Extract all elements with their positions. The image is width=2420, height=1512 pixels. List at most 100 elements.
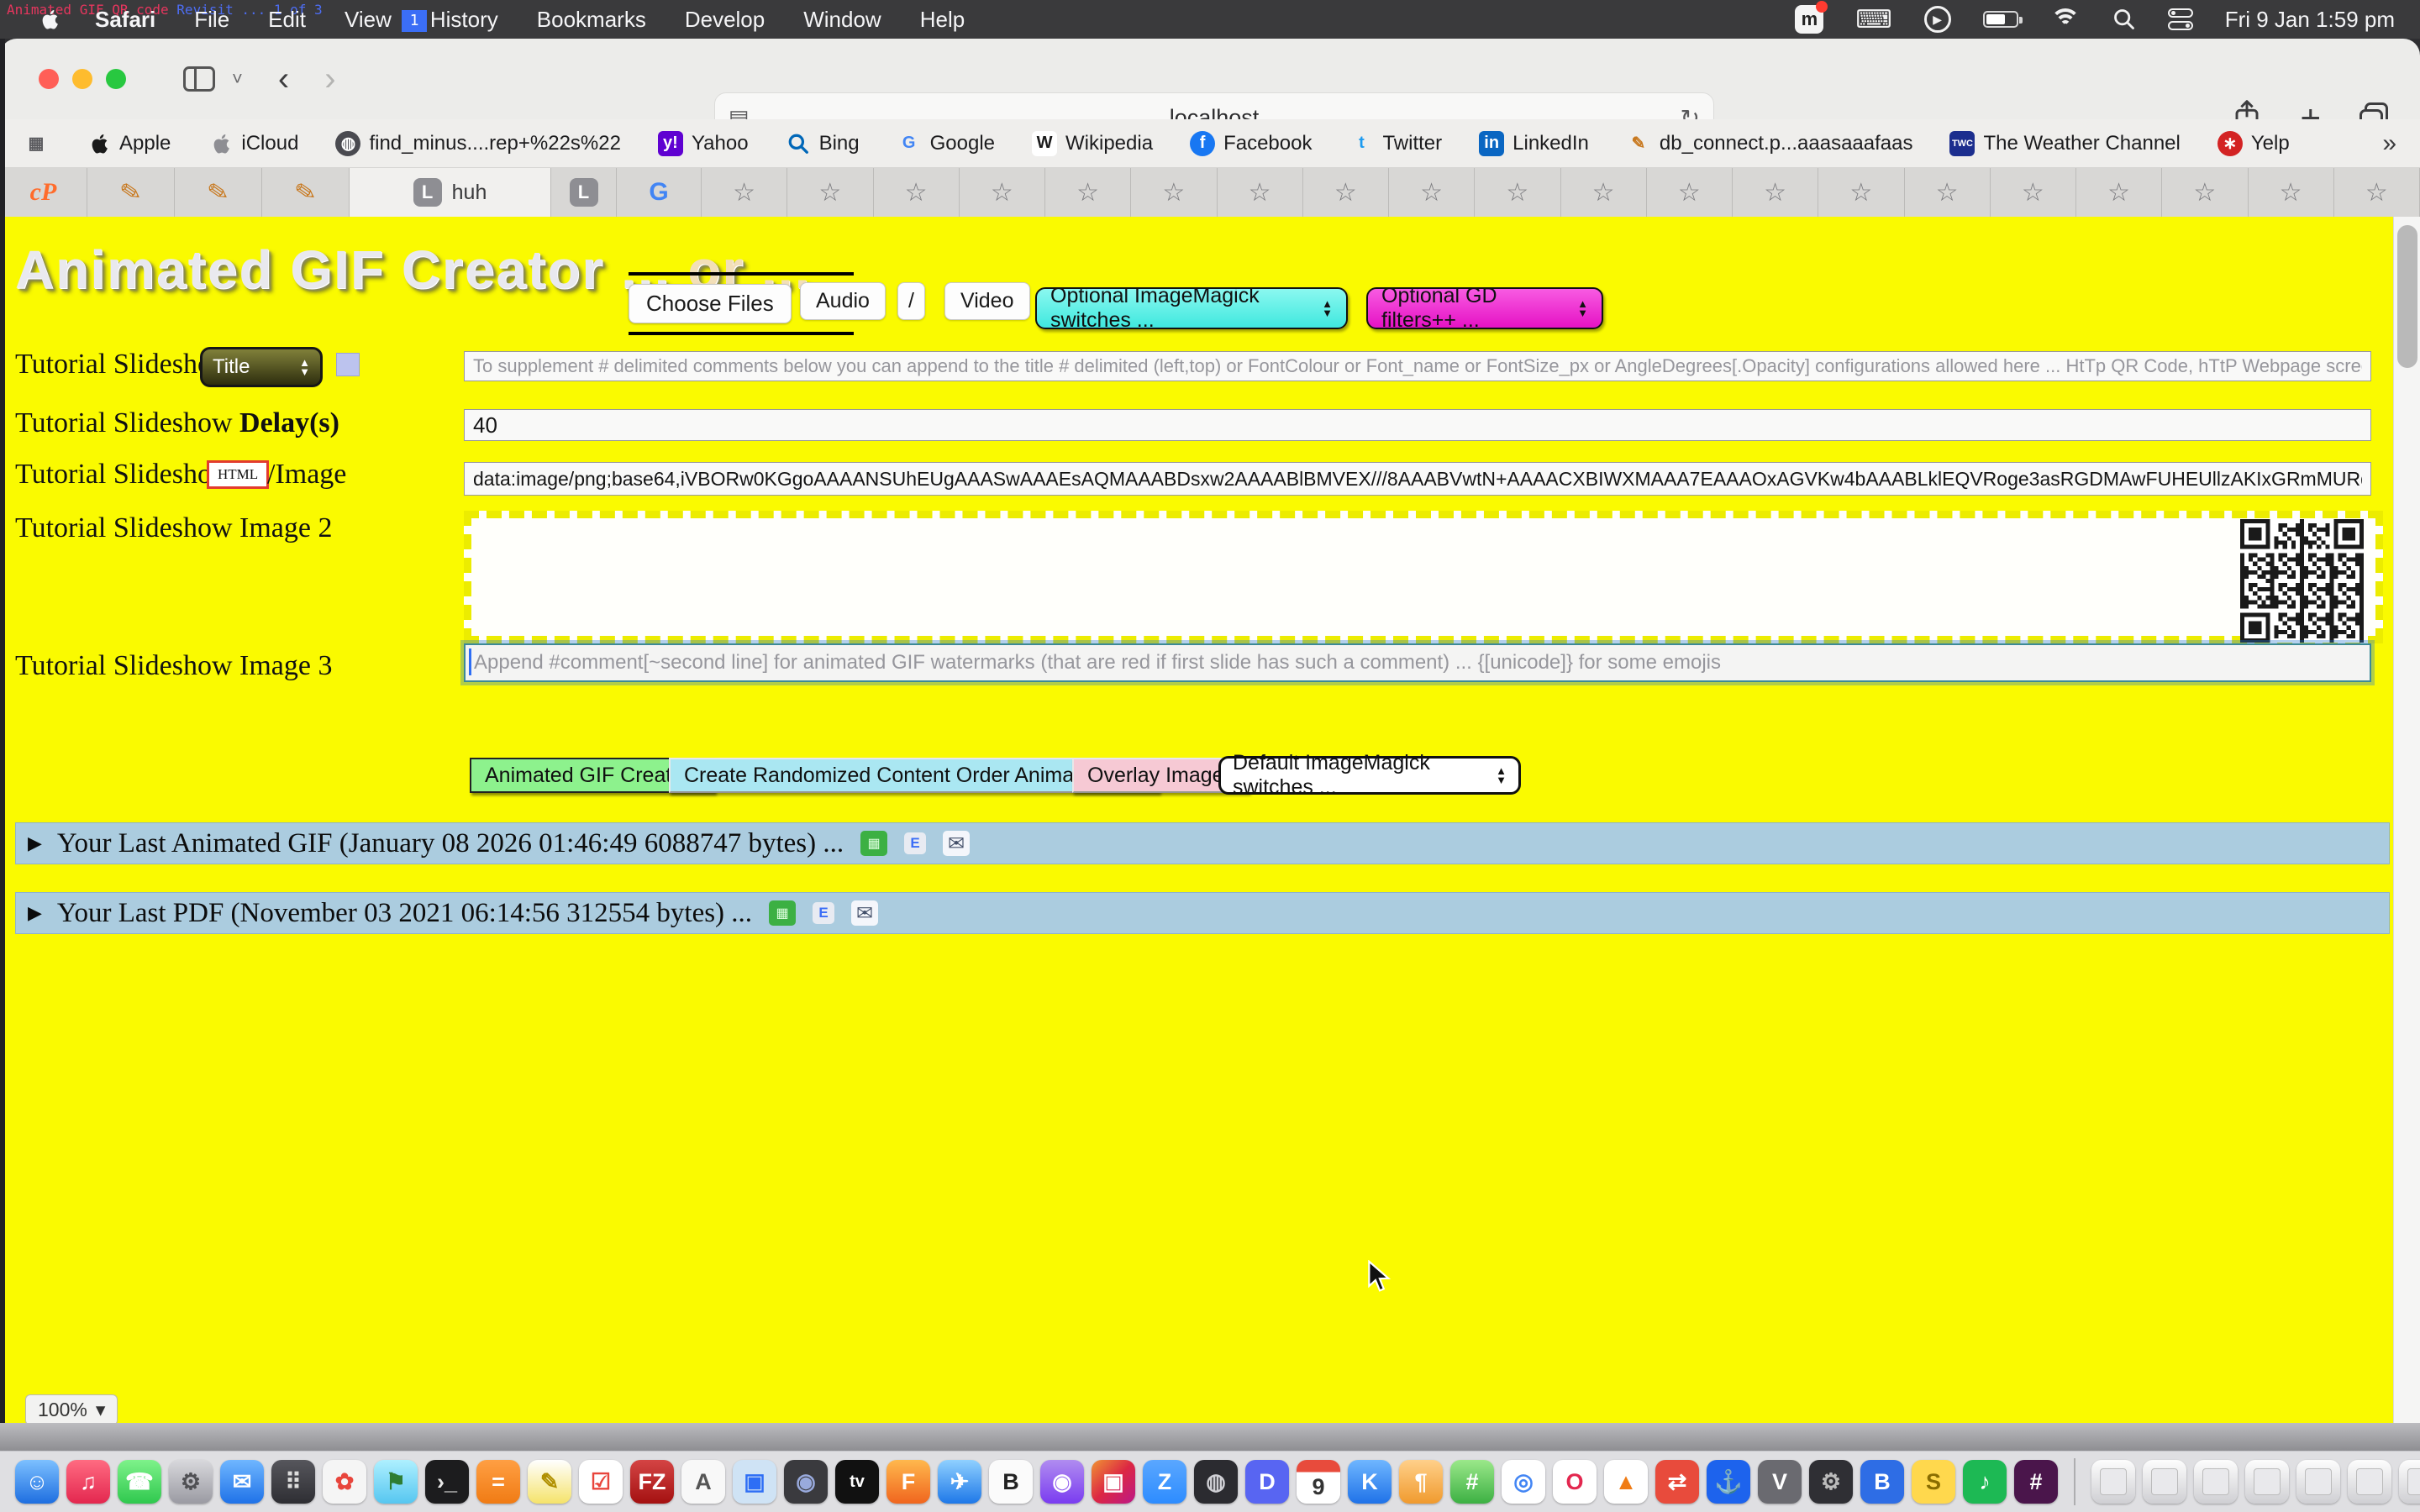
tab-editor[interactable]: ✎ [262, 168, 350, 217]
wifi-icon[interactable] [2050, 8, 2081, 30]
tab-empty-favorite[interactable]: ☆ [1218, 168, 1303, 217]
dock-icon-spotify[interactable]: ♪ [1963, 1460, 2007, 1504]
dock-icon-gear-app[interactable]: ⚙ [1809, 1460, 1853, 1504]
dock-icon-opera[interactable]: O [1553, 1460, 1597, 1504]
zoom-window-button[interactable] [106, 69, 126, 89]
delay-input[interactable] [464, 409, 2371, 441]
dock-icon-finder[interactable]: ☺ [15, 1460, 59, 1504]
bookmark-item-twitter[interactable]: tTwitter [1349, 131, 1442, 156]
dock-icon-music[interactable]: ♫ [66, 1460, 110, 1504]
dock-icon-docker[interactable]: ⚓ [1707, 1460, 1750, 1504]
dock-icon-anydesk[interactable]: ⇄ [1655, 1460, 1699, 1504]
image2-dropzone[interactable] [464, 511, 2383, 643]
dock-icon-notes[interactable]: ✎ [528, 1460, 571, 1504]
bookmarks-overflow-chevron[interactable]: » [2382, 129, 2396, 158]
choose-files-button[interactable]: Choose Files [629, 284, 792, 323]
dock-icon-mail[interactable]: ✉ [220, 1460, 264, 1504]
page-zoom-indicator[interactable]: 100%▾ [25, 1394, 118, 1423]
bookmark-item-yahoo[interactable]: y!Yahoo [658, 131, 749, 156]
dock-icon-numbers[interactable]: # [1450, 1460, 1494, 1504]
image-data-url-input[interactable] [464, 462, 2371, 496]
apple-menu[interactable] [22, 8, 76, 31]
back-button[interactable]: ‹ [278, 66, 289, 92]
dock-icon-b-app[interactable]: B [989, 1460, 1033, 1504]
title-select[interactable]: Title▲▼ [200, 347, 323, 387]
last-pdf-bar[interactable]: ▶ Your Last PDF (November 03 2021 06:14:… [15, 892, 2390, 934]
dock-icon-textedit[interactable]: A [681, 1460, 725, 1504]
bookmark-item[interactable]: ▦ [24, 131, 49, 156]
dock-icon-chrome[interactable]: ◎ [1502, 1460, 1545, 1504]
keyboard-icon[interactable]: ⌨ [1855, 5, 1891, 34]
bookmark-item-apple[interactable]: Apple [86, 131, 171, 156]
dock-icon-tv[interactable]: tv [835, 1460, 879, 1504]
spotlight-search-icon[interactable] [2112, 8, 2136, 31]
menu-item-history[interactable]: History [411, 0, 518, 39]
dock-icon-preview[interactable]: ▣ [733, 1460, 776, 1504]
image3-comment-input[interactable] [464, 643, 2371, 682]
dock-minimized-window[interactable] [2348, 1460, 2391, 1504]
menu-item-view[interactable]: View [325, 0, 411, 39]
battery-icon[interactable] [1983, 11, 2018, 28]
dock-icon-terminal[interactable]: ›_ [425, 1460, 469, 1504]
tab-empty-favorite[interactable]: ☆ [2334, 168, 2420, 217]
gd-filters-select[interactable]: Optional GD filters++ ...▲▼ [1366, 287, 1603, 329]
tab-empty-favorite[interactable]: ☆ [874, 168, 960, 217]
tab-empty-favorite[interactable]: ☆ [1303, 168, 1389, 217]
dock-icon-launchpad[interactable]: ⠿ [271, 1460, 315, 1504]
bookmark-item-the-weather-channel[interactable]: TWCThe Weather Channel [1949, 131, 2180, 156]
disclosure-triangle-icon[interactable]: ▶ [28, 902, 42, 924]
video-button[interactable]: Video [944, 282, 1030, 320]
dock-icon-sketch[interactable]: S [1912, 1460, 1955, 1504]
tab-google[interactable]: G [617, 168, 702, 217]
tab-empty-favorite[interactable]: ☆ [787, 168, 873, 217]
dock-icon-calendar[interactable]: 9 [1297, 1460, 1340, 1504]
menu-item-develop[interactable]: Develop [666, 0, 784, 39]
imagemagick-switches-select[interactable]: Optional ImageMagick switches ...▲▼ [1035, 287, 1348, 329]
menu-item-edit[interactable]: Edit [249, 0, 325, 39]
title-checkbox[interactable] [336, 353, 360, 376]
dock-icon-instagram[interactable]: ▣ [1092, 1460, 1135, 1504]
disclosure-triangle-icon[interactable]: ▶ [28, 832, 42, 854]
tab-empty-favorite[interactable]: ☆ [1991, 168, 2076, 217]
minimize-window-button[interactable] [72, 69, 92, 89]
dock-icon-facetime[interactable]: ☎ [118, 1460, 161, 1504]
tab-empty-favorite[interactable]: ☆ [2076, 168, 2162, 217]
menu-item-bookmarks[interactable]: Bookmarks [518, 0, 666, 39]
tab-l-site[interactable]: L [551, 168, 617, 217]
dock-icon-discord[interactable]: D [1245, 1460, 1289, 1504]
bookmark-item-google[interactable]: GGoogle [897, 131, 995, 156]
play-status-icon[interactable]: ▶ [1924, 6, 1951, 33]
bookmark-item-db-connect-p-aaasaaa[interactable]: ✎db_connect.p...aaasaaafaas [1626, 131, 1913, 156]
tab-cpanel[interactable]: cP [0, 168, 87, 217]
bookmark-item-linkedin[interactable]: inLinkedIn [1479, 131, 1589, 156]
slash-button[interactable]: / [897, 282, 925, 320]
dock-minimized-window[interactable] [2194, 1460, 2238, 1504]
bookmark-item-wikipedia[interactable]: WWikipedia [1032, 131, 1153, 156]
tab-empty-favorite[interactable]: ☆ [702, 168, 787, 217]
forward-button[interactable]: › [324, 66, 335, 92]
dock-icon-calculator[interactable]: = [476, 1460, 520, 1504]
dock-icon-pages[interactable]: ¶ [1399, 1460, 1443, 1504]
tab-editor[interactable]: ✎ [87, 168, 175, 217]
audio-button[interactable]: Audio [800, 282, 886, 320]
tab-empty-favorite[interactable]: ☆ [1905, 168, 1991, 217]
phone-icon[interactable]: ▦ [860, 831, 887, 856]
dock-minimized-window[interactable] [2296, 1460, 2340, 1504]
menu-item-safari[interactable]: Safari [76, 0, 175, 39]
dock-icon-zoom[interactable]: Z [1143, 1460, 1186, 1504]
dock-icon-photo-booth[interactable]: ◉ [784, 1460, 828, 1504]
dock-icon-photos[interactable]: ✿ [323, 1460, 366, 1504]
tab-empty-favorite[interactable]: ☆ [1389, 168, 1475, 217]
bookmark-item-find-minus-rep-22s-2[interactable]: ◍find_minus....rep+%22s%22 [335, 131, 621, 156]
bookmark-item-bing[interactable]: Bing [786, 131, 860, 156]
dock-icon-vmware[interactable]: V [1758, 1460, 1802, 1504]
sidebar-toggle-icon[interactable] [183, 66, 215, 92]
menu-bar-clock[interactable]: Fri 9 Jan 1:59 pm [2225, 7, 2395, 33]
tab-empty-favorite[interactable]: ☆ [1733, 168, 1818, 217]
dock-icon-reminders[interactable]: ☑ [579, 1460, 623, 1504]
tab-empty-favorite[interactable]: ☆ [1647, 168, 1733, 217]
tab-empty-favorite[interactable]: ☆ [1818, 168, 1904, 217]
tab-empty-favorite[interactable]: ☆ [1561, 168, 1647, 217]
tab-active-huh[interactable]: Lhuh [350, 168, 551, 217]
dock-icon-settings[interactable]: ⚙ [169, 1460, 213, 1504]
